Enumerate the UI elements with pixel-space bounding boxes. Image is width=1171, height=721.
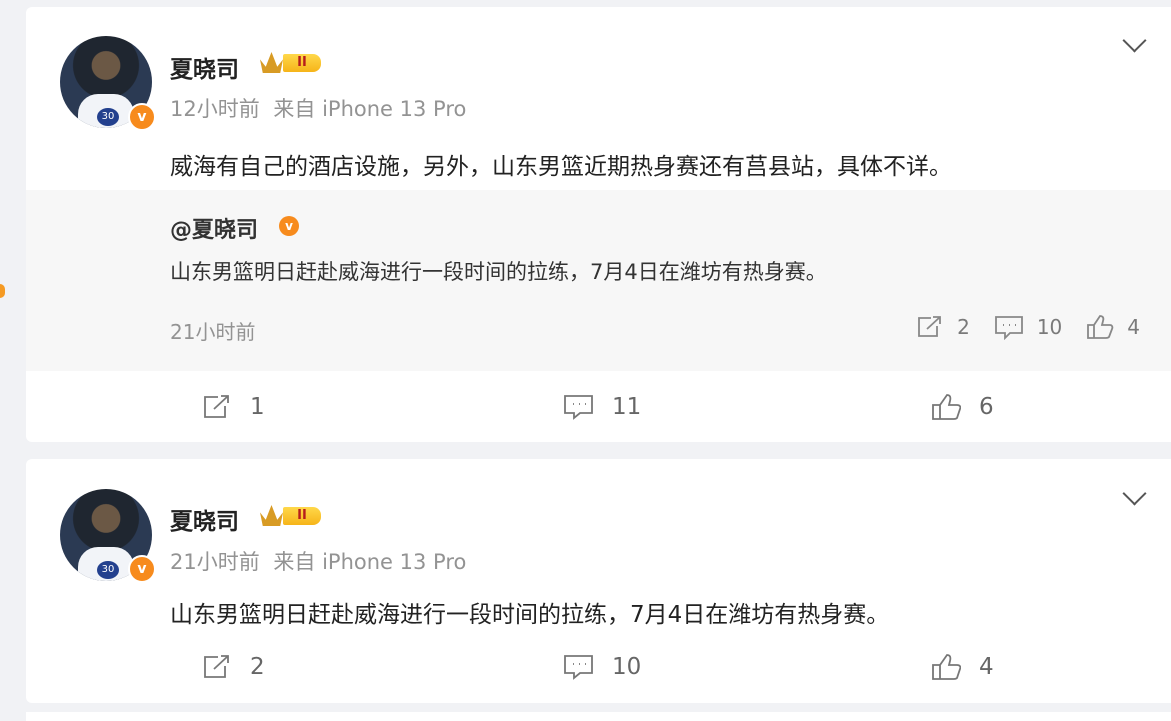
comment-button[interactable]: 10 (563, 643, 641, 691)
like-button[interactable]: 4 (931, 643, 994, 691)
retweet-share-button[interactable]: 2 (916, 315, 970, 339)
retweet-verified-icon: v (279, 216, 299, 236)
like-icon (932, 654, 961, 680)
verified-icon: v (128, 103, 156, 131)
post-time[interactable]: 12小时前 (170, 97, 260, 121)
comment-icon (564, 655, 593, 680)
comment-button[interactable]: 11 (563, 383, 641, 431)
retweet-box[interactable]: @夏晓司 v 山东男篮明日赶赴威海进行一段时间的拉练，7月4日在潍坊有热身赛。 … (26, 190, 1171, 371)
comment-count: 11 (612, 394, 642, 420)
crown-icon (260, 52, 283, 73)
share-icon (204, 655, 229, 678)
share-count: 2 (250, 654, 265, 680)
post-text: 山东男篮明日赶赴威海进行一段时间的拉练，7月4日在潍坊有热身赛。 (170, 602, 890, 628)
avatar-jersey: 30 (97, 108, 119, 126)
vip-badge[interactable]: II (260, 504, 326, 528)
avatar-jersey: 30 (97, 561, 119, 579)
share-icon (204, 395, 229, 418)
like-icon (932, 394, 961, 420)
username[interactable]: 夏晓司 (170, 50, 239, 84)
share-button[interactable]: 1 (202, 383, 265, 431)
post-meta: 12小时前 来自 iPhone 13 Pro (170, 93, 473, 123)
share-button[interactable]: 2 (202, 643, 265, 691)
post-source: 来自 iPhone 13 Pro (273, 550, 467, 574)
like-count: 4 (979, 654, 994, 680)
retweet-time[interactable]: 21小时前 (170, 316, 255, 345)
retweet-like-count: 4 (1127, 315, 1140, 339)
retweet-like-button[interactable]: 4 (1086, 314, 1140, 340)
left-accent (0, 284, 5, 298)
next-card-edge (26, 712, 1171, 721)
retweet-author[interactable]: @夏晓司 (170, 212, 258, 244)
like-button[interactable]: 6 (931, 383, 994, 431)
post-source: 来自 iPhone 13 Pro (273, 97, 467, 121)
share-icon (918, 316, 941, 337)
comment-icon (994, 315, 1023, 340)
chevron-down-icon[interactable] (1122, 28, 1147, 53)
vip-badge[interactable]: II (260, 51, 326, 75)
retweet-actions: 2 10 4 (916, 314, 1140, 340)
post-text: 威海有自己的酒店设施，另外，山东男篮近期热身赛还有莒县站，具体不详。 (170, 154, 952, 180)
post-time[interactable]: 21小时前 (170, 550, 260, 574)
weibo-post-card: 30 v 夏晓司 II 21小时前 来自 iPhone 13 Pro 山东男篮明… (26, 459, 1171, 703)
retweet-comment-count: 10 (1036, 315, 1063, 339)
share-count: 1 (250, 394, 265, 420)
retweet-text: 山东男篮明日赶赴威海进行一段时间的拉练，7月4日在潍坊有热身赛。 (170, 260, 827, 284)
retweet-comment-button[interactable]: 10 (994, 315, 1062, 340)
post-meta: 21小时前 来自 iPhone 13 Pro (170, 546, 473, 576)
username[interactable]: 夏晓司 (170, 502, 239, 536)
post-actions: 2 10 4 (26, 643, 1171, 691)
badge-level: II (283, 507, 321, 525)
retweet-share-count: 2 (957, 315, 970, 339)
post-actions: 1 11 6 (26, 383, 1171, 431)
verified-icon: v (128, 555, 156, 583)
like-icon (1087, 315, 1114, 339)
crown-icon (260, 505, 283, 526)
like-count: 6 (979, 394, 994, 420)
comment-icon (564, 395, 593, 420)
comment-count: 10 (612, 654, 642, 680)
badge-level: II (283, 54, 321, 72)
weibo-post-card: 30 v 夏晓司 II 12小时前 来自 iPhone 13 Pro 威海有自己… (26, 7, 1171, 442)
chevron-down-icon[interactable] (1122, 481, 1147, 506)
